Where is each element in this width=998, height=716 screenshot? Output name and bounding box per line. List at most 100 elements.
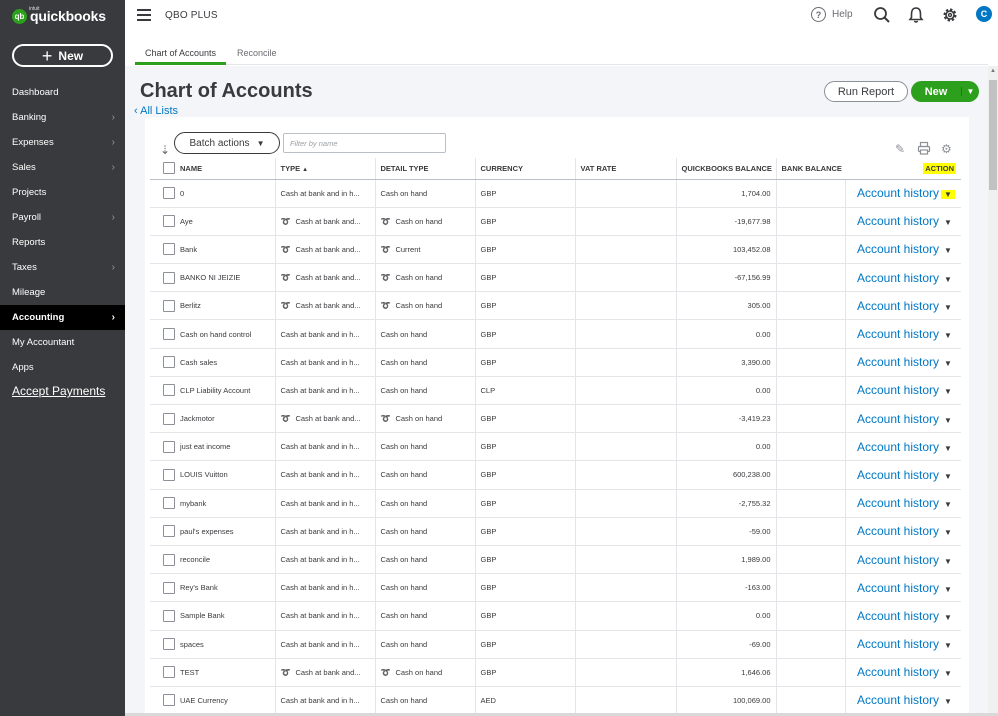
action-dropdown-icon[interactable]: ▼ (941, 359, 955, 368)
column-header-currency[interactable]: CURRENCY (475, 158, 576, 180)
all-lists-link[interactable]: ‹ All Lists (134, 105, 178, 117)
column-header-vat-rate[interactable]: VAT RATE (575, 158, 677, 180)
action-dropdown-icon[interactable]: ▼ (941, 246, 955, 255)
column-header-detail-type[interactable]: DETAIL TYPE (375, 158, 476, 180)
row-checkbox[interactable] (163, 356, 175, 369)
table-row[interactable]: BANKO NI JEIZIE ➰ Cash at bank and... ➰ Cash… (150, 263, 962, 293)
table-row[interactable]: paul's expenses Cash at bank and in h... C… (150, 517, 962, 546)
run-report-button[interactable]: Run Report (824, 81, 908, 102)
table-row[interactable]: UAE Currency Cash at bank and in h... Cash… (150, 686, 962, 716)
row-checkbox[interactable] (163, 581, 175, 594)
account-history-link[interactable]: Account history (857, 355, 939, 369)
gear-icon[interactable] (941, 6, 959, 24)
table-row[interactable]: Berlitz ➰ Cash at bank and... ➰ Cash on hand… (150, 291, 962, 321)
sidebar-item-payroll[interactable]: Payroll › (0, 205, 125, 230)
row-checkbox[interactable] (163, 666, 175, 679)
action-dropdown-icon[interactable]: ▼ (941, 275, 955, 284)
table-row[interactable]: spaces Cash at bank and in h... Cash on ha… (150, 630, 962, 659)
sidebar-item-banking[interactable]: Banking › (0, 105, 125, 130)
batch-actions-button[interactable]: Batch actions ▼ (174, 132, 280, 154)
action-dropdown-icon[interactable]: ▼ (941, 444, 955, 453)
bell-icon[interactable] (907, 6, 925, 24)
sort-order-icon[interactable]: ⇣ (160, 143, 170, 157)
action-dropdown-icon[interactable]: ▼ (941, 613, 955, 622)
account-history-link[interactable]: Account history (857, 440, 939, 454)
account-history-link[interactable]: Account history (857, 327, 939, 341)
edit-pencil-icon[interactable]: ✎ (895, 142, 905, 156)
hamburger-menu-icon[interactable] (137, 9, 151, 21)
select-all-checkbox[interactable] (163, 162, 175, 175)
action-dropdown-icon[interactable]: ▼ (941, 557, 955, 566)
action-dropdown-icon[interactable]: ▼ (941, 416, 955, 425)
account-history-link[interactable]: Account history (857, 412, 939, 426)
sidebar-item-accounting[interactable]: Accounting › (0, 305, 125, 330)
tab-chart-of-accounts[interactable]: Chart of Accounts (145, 48, 216, 58)
row-checkbox[interactable] (163, 299, 175, 312)
search-icon[interactable] (873, 6, 891, 24)
row-checkbox[interactable] (163, 412, 175, 425)
table-row[interactable]: mybank Cash at bank and in h... Cash on ha… (150, 489, 962, 518)
help-button[interactable]: ? Help (811, 7, 853, 22)
row-checkbox[interactable] (163, 187, 175, 200)
table-row[interactable]: Rey's Bank Cash at bank and in h... Cash o… (150, 573, 962, 603)
chevron-down-icon[interactable]: ▼ (961, 87, 979, 96)
table-row[interactable]: just eat income Cash at bank and in h... C… (150, 432, 962, 462)
sidebar-item-reports[interactable]: Reports (0, 230, 125, 255)
sidebar-item-my-accountant[interactable]: My Accountant (0, 330, 125, 355)
row-checkbox[interactable] (163, 215, 175, 228)
tab-reconcile[interactable]: Reconcile (237, 48, 277, 58)
account-history-link[interactable]: Account history (857, 637, 939, 651)
user-avatar[interactable]: C (976, 6, 992, 22)
account-history-link[interactable]: Account history (857, 693, 939, 707)
account-history-link[interactable]: Account history (857, 214, 939, 228)
table-row[interactable]: Aye ➰ Cash at bank and... ➰ Cash on hand GBP -… (150, 207, 962, 236)
row-checkbox[interactable] (163, 271, 175, 284)
account-history-link[interactable]: Account history (857, 609, 939, 623)
action-dropdown-icon[interactable]: ▼ (941, 387, 955, 396)
row-checkbox[interactable] (163, 384, 175, 397)
row-checkbox[interactable] (163, 243, 175, 256)
sidebar-item-apps[interactable]: Apps (0, 355, 125, 380)
account-history-link[interactable]: Account history (857, 299, 939, 313)
table-row[interactable]: Jackmotor ➰ Cash at bank and... ➰ Cash on ha… (150, 404, 962, 434)
action-dropdown-icon[interactable]: ▼ (941, 641, 955, 650)
accept-payments-link[interactable]: Accept Payments (12, 384, 105, 398)
account-history-link[interactable]: Account history (857, 553, 939, 567)
sidebar-new-button[interactable]: + New (12, 44, 113, 67)
action-dropdown-icon[interactable]: ▼ (941, 472, 955, 481)
table-row[interactable]: Bank ➰ Cash at bank and... ➰ Current GBP 103,4… (150, 235, 962, 265)
action-dropdown-icon[interactable]: ▼ (941, 697, 955, 706)
page-scrollbar[interactable]: ▲ (988, 66, 998, 716)
table-row[interactable]: 0 Cash at bank and in h... Cash on hand GBP… (150, 179, 962, 208)
scrollbar-thumb[interactable] (989, 80, 997, 190)
column-header-type[interactable]: TYPE ▲ (275, 158, 376, 180)
account-history-link[interactable]: Account history (857, 581, 939, 595)
row-checkbox[interactable] (163, 468, 175, 481)
action-dropdown-icon[interactable]: ▼ (941, 331, 955, 340)
column-header-quickbooks-balance[interactable]: QUICKBOOKS BALANCE (676, 158, 777, 180)
action-dropdown-icon[interactable]: ▼ (941, 585, 955, 594)
row-checkbox[interactable] (163, 440, 175, 453)
action-dropdown-icon[interactable]: ▼ (941, 303, 955, 312)
sidebar-item-expenses[interactable]: Expenses › (0, 130, 125, 155)
row-checkbox[interactable] (163, 609, 175, 622)
account-history-link[interactable]: Account history (857, 383, 939, 397)
table-row[interactable]: LOUIS Vuitton Cash at bank and in h... Cas… (150, 460, 962, 490)
row-checkbox[interactable] (163, 638, 175, 651)
settings-gear-icon[interactable]: ⚙ (941, 142, 952, 156)
account-history-link[interactable]: Account history (857, 271, 939, 285)
row-checkbox[interactable] (163, 525, 175, 538)
account-history-link[interactable]: Account history (857, 524, 939, 538)
sidebar-item-sales[interactable]: Sales › (0, 155, 125, 180)
action-dropdown-icon[interactable]: ▼ (941, 218, 955, 227)
action-dropdown-icon[interactable]: ▼ (941, 669, 955, 678)
action-dropdown-icon[interactable]: ▼ (941, 190, 956, 200)
sidebar-item-projects[interactable]: Projects (0, 180, 125, 205)
row-checkbox[interactable] (163, 328, 175, 341)
account-history-link[interactable]: Account history (857, 496, 939, 510)
column-header-bank-balance-label[interactable]: BANK BALANCE (782, 164, 842, 173)
table-row[interactable]: Cash sales Cash at bank and in h... Cash o… (150, 348, 962, 377)
account-history-link[interactable]: Account history (857, 186, 939, 200)
sidebar-item-dashboard[interactable]: Dashboard (0, 80, 125, 105)
action-dropdown-icon[interactable]: ▼ (941, 500, 955, 509)
